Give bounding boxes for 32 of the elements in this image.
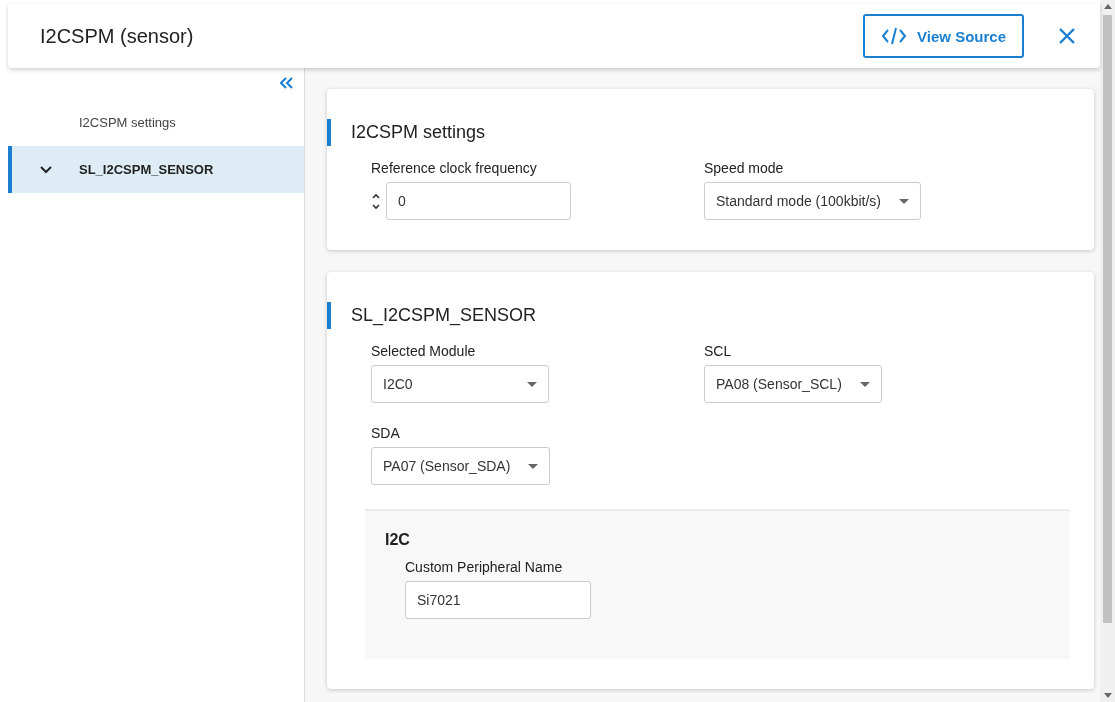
field-label: SDA xyxy=(371,425,400,441)
field-label: SCL xyxy=(704,343,732,359)
field-label: Custom Peripheral Name xyxy=(405,559,563,575)
scroll-up-icon[interactable] xyxy=(1103,4,1112,9)
dropdown-caret-icon xyxy=(527,381,537,387)
dropdown[interactable]: PA08 (Sensor_SCL) xyxy=(704,365,882,403)
close-icon[interactable] xyxy=(1058,27,1076,45)
decrement-icon[interactable] xyxy=(371,202,381,211)
dropdown-caret-icon xyxy=(860,381,870,387)
dropdown[interactable]: PA07 (Sensor_SDA) xyxy=(371,447,551,485)
increment-icon[interactable] xyxy=(371,191,381,200)
dropdown[interactable]: Standard mode (100kbit/s) xyxy=(704,182,921,220)
field-label: Speed mode xyxy=(704,160,784,176)
dropdown-caret-icon xyxy=(899,198,909,204)
scrollbar[interactable] xyxy=(1100,0,1115,702)
field-label: Selected Module xyxy=(371,343,476,359)
number-input[interactable]: 0 xyxy=(386,182,571,220)
collapse-icon[interactable] xyxy=(280,77,294,89)
field-label: Reference clock frequency xyxy=(371,160,537,176)
dropdown[interactable]: I2C0 xyxy=(371,365,549,403)
sidebar-item[interactable]: SL_I2CSPM_SENSOR xyxy=(8,146,304,193)
section-title: SL_I2CSPM_SENSOR xyxy=(327,302,1070,329)
section-title: I2CSPM settings xyxy=(327,119,1070,146)
view-source-button[interactable]: View Source xyxy=(863,14,1024,58)
subsection-title: I2C xyxy=(385,531,411,549)
dropdown-caret-icon xyxy=(528,463,539,469)
window-title: I2CSPM (sensor) xyxy=(40,24,194,48)
sidebar-item[interactable]: I2CSPM settings xyxy=(8,99,304,146)
text-input[interactable]: Si7021 xyxy=(405,581,591,619)
scroll-down-icon[interactable] xyxy=(1103,693,1112,698)
chevron-icon[interactable] xyxy=(39,165,52,174)
code-icon xyxy=(881,25,908,47)
